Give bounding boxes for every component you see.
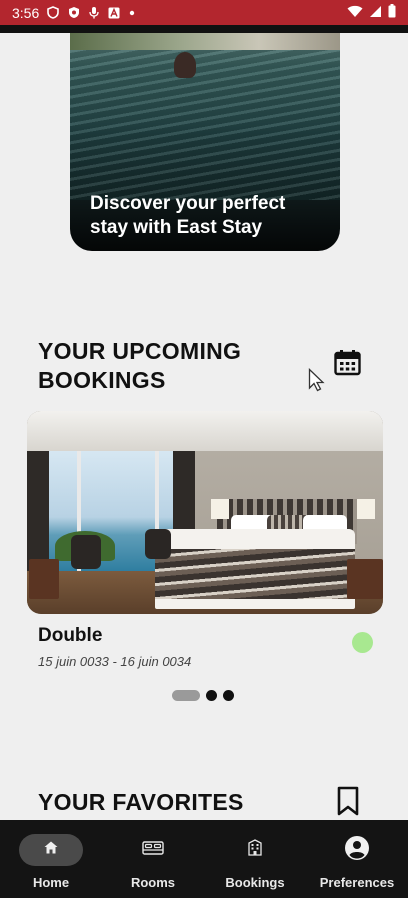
status-right-icons xyxy=(347,4,396,21)
mouse-cursor-icon xyxy=(308,367,326,392)
status-bar: 3:56 xyxy=(0,0,408,25)
nightstand xyxy=(347,559,383,599)
nav-bookings[interactable]: Bookings xyxy=(204,820,306,898)
side-table xyxy=(29,559,59,599)
booking-room-name: Double xyxy=(38,625,103,646)
dot-icon xyxy=(129,10,135,16)
calendar-button[interactable] xyxy=(333,349,361,381)
nav-home[interactable]: Home xyxy=(0,820,102,898)
pager-dot[interactable] xyxy=(206,690,217,701)
wifi-icon xyxy=(347,5,363,21)
bed xyxy=(155,529,355,609)
home-icon xyxy=(44,841,58,859)
bed-throw xyxy=(155,549,355,599)
pager-dot[interactable] xyxy=(223,690,234,701)
mic-icon xyxy=(89,6,99,19)
bookmark-icon xyxy=(336,786,360,820)
app-screen: 3:56 Discover your perfect stay with Eas… xyxy=(0,0,408,898)
battery-icon xyxy=(388,4,396,21)
hero-person xyxy=(174,52,196,78)
hero-tagline: Discover your perfect stay with East Sta… xyxy=(90,193,286,238)
favorites-title: YOUR FAVORITES xyxy=(38,789,244,815)
carousel-pager xyxy=(172,690,234,701)
nav-bookings-label: Bookings xyxy=(225,875,285,890)
hero-card[interactable]: Discover your perfect stay with East Sta… xyxy=(70,20,340,251)
hotel-icon xyxy=(247,839,263,861)
calendar-icon xyxy=(333,349,361,381)
booking-status-indicator xyxy=(352,632,373,653)
bottom-navigation: Home Rooms Bookings Preferences xyxy=(0,820,408,898)
shield-icon xyxy=(47,6,60,19)
nav-bookings-icon-wrap xyxy=(223,834,287,866)
nav-home-label: Home xyxy=(32,875,70,890)
booking-dates: 15 juin 0033 - 16 juin 0034 xyxy=(38,654,192,669)
nav-rooms-label: Rooms xyxy=(130,875,176,890)
a-box-icon xyxy=(108,7,120,19)
pager-dot-active[interactable] xyxy=(172,690,200,701)
account-circle-icon xyxy=(344,835,370,866)
nav-preferences[interactable]: Preferences xyxy=(306,820,408,898)
nav-rooms-icon-wrap xyxy=(121,834,185,866)
booking-room-image[interactable] xyxy=(27,411,383,614)
nav-home-indicator xyxy=(19,834,83,866)
favorites-button[interactable] xyxy=(336,786,360,816)
upcoming-bookings-title: YOUR UPCOMING BOOKINGS xyxy=(38,338,242,393)
nav-preferences-icon-wrap xyxy=(325,834,389,866)
lamp-left xyxy=(211,499,229,519)
bed-icon xyxy=(142,840,164,860)
lamp-right xyxy=(357,499,375,519)
hero-horizon xyxy=(70,32,340,50)
top-strip xyxy=(0,25,408,33)
room-ceiling xyxy=(27,411,383,451)
nav-preferences-label: Preferences xyxy=(319,875,395,890)
signal-icon xyxy=(369,5,382,21)
shield-check-icon xyxy=(68,6,80,19)
armchair xyxy=(71,535,101,569)
nav-rooms[interactable]: Rooms xyxy=(102,820,204,898)
hero-pool-image xyxy=(70,50,340,200)
armchair xyxy=(145,529,171,559)
status-time: 3:56 xyxy=(12,4,40,21)
